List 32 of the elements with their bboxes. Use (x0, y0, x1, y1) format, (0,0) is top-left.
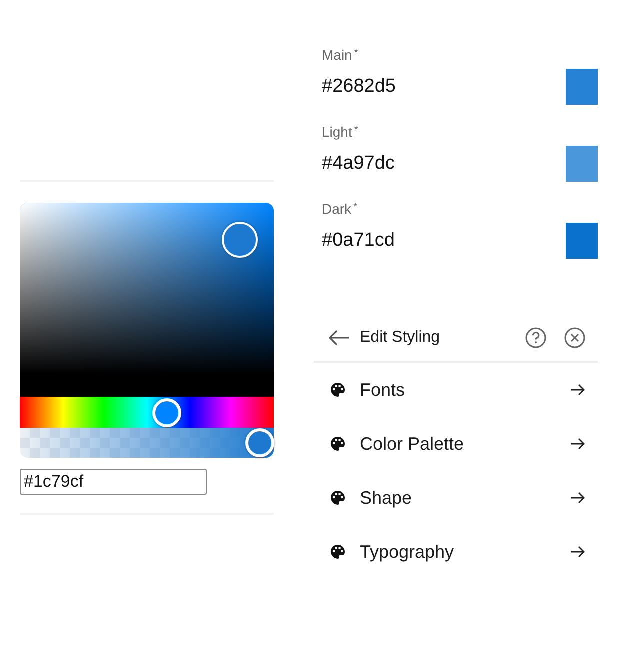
color-swatch[interactable] (566, 69, 598, 105)
color-thumb[interactable] (222, 222, 258, 258)
panel-title: Edit Styling (360, 329, 442, 347)
back-arrow-icon[interactable] (328, 330, 350, 346)
alpha-slider[interactable] (20, 428, 274, 458)
color-value-field[interactable]: #4a97dc (322, 153, 395, 175)
color-value-field[interactable]: #0a71cd (322, 230, 395, 252)
arrow-right-icon (570, 492, 586, 504)
field-label: Dark$^{*}$ (322, 201, 358, 219)
menu-item[interactable]: Color Palette (314, 417, 598, 471)
alpha-thumb[interactable] (245, 428, 274, 458)
palette-icon (330, 490, 346, 506)
menu-item[interactable]: Shape (314, 471, 598, 525)
field-label: Main$^{*}$ (322, 47, 360, 65)
color-value-field[interactable]: #2682d5 (322, 76, 396, 98)
palette-icon (330, 436, 346, 452)
palette-icon (330, 382, 346, 398)
color-swatch[interactable] (566, 223, 598, 259)
arrow-right-icon (570, 384, 586, 396)
field-label: Light$^{*}$ (322, 124, 360, 142)
color-swatch[interactable] (566, 146, 598, 182)
close-icon[interactable] (564, 327, 586, 349)
hue-slider[interactable] (20, 397, 274, 428)
arrow-right-icon (570, 438, 586, 450)
arrow-right-icon (570, 546, 586, 558)
saturation-field[interactable] (20, 203, 274, 397)
hue-thumb[interactable] (152, 398, 182, 427)
palette-icon (330, 544, 346, 560)
menu-item[interactable]: Fonts (314, 363, 598, 417)
help-icon[interactable] (525, 327, 547, 349)
hex-input-field[interactable]: #1c79cf (20, 469, 207, 495)
menu-item[interactable]: Typography (314, 525, 598, 579)
